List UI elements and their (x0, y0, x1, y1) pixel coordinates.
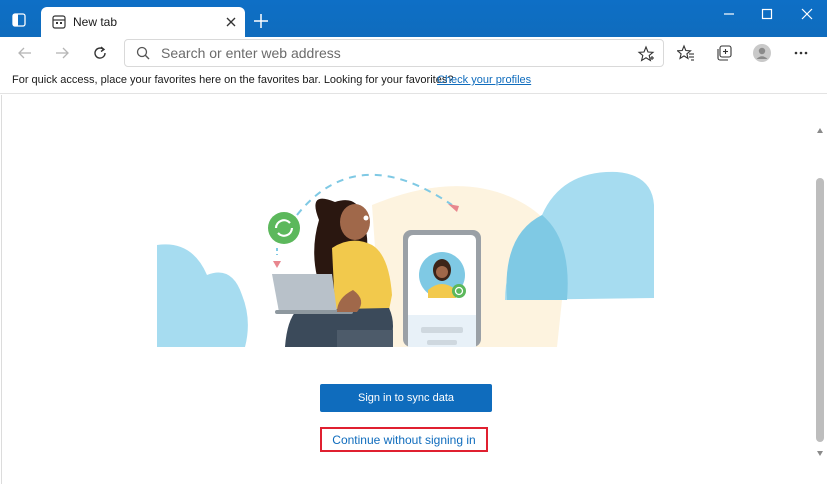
back-arrow-icon[interactable] (14, 42, 36, 64)
more-options-icon[interactable] (790, 42, 812, 64)
title-bar: New tab (0, 0, 827, 37)
woman-face (340, 204, 370, 240)
search-icon (135, 45, 151, 61)
plus-icon[interactable] (252, 12, 270, 30)
minimize-icon[interactable] (719, 4, 739, 24)
close-icon[interactable] (223, 14, 239, 30)
address-input[interactable] (161, 43, 621, 63)
address-toolbar (0, 37, 827, 68)
laptop (272, 274, 337, 312)
favorites-icon[interactable] (675, 42, 697, 64)
scroll-up-arrow-icon[interactable] (816, 122, 824, 133)
check-profiles-link[interactable]: Check your profiles (437, 74, 531, 86)
profile-avatar-icon[interactable] (751, 42, 773, 64)
add-favorite-star-icon[interactable] (637, 45, 655, 63)
forward-arrow-icon[interactable] (51, 42, 73, 64)
sync-illustration (157, 171, 654, 347)
favorites-bar: For quick access, place your favorites h… (0, 68, 827, 94)
tab-actions-icon[interactable] (8, 9, 30, 31)
scroll-down-arrow-icon[interactable] (816, 444, 824, 456)
sync-badge-icon (268, 212, 300, 244)
new-tab-page-icon (51, 14, 67, 30)
refresh-icon[interactable] (89, 42, 111, 64)
phone-sync-icon (452, 284, 466, 298)
favorites-bar-message: For quick access, place your favorites h… (12, 74, 454, 86)
tab-title: New tab (73, 15, 118, 29)
collections-icon[interactable] (713, 42, 735, 64)
sign-in-sync-button[interactable]: Sign in to sync data (320, 384, 492, 412)
left-cloud (157, 244, 248, 347)
window-close-icon[interactable] (797, 4, 817, 24)
scrollbar[interactable] (813, 122, 826, 456)
tab-new-tab[interactable]: New tab (41, 7, 245, 37)
down-arrowhead (273, 261, 281, 268)
scroll-thumb[interactable] (816, 178, 824, 442)
maximize-icon[interactable] (757, 4, 777, 24)
address-bar[interactable] (124, 39, 664, 67)
continue-without-signing-in-link[interactable]: Continue without signing in (320, 427, 488, 452)
